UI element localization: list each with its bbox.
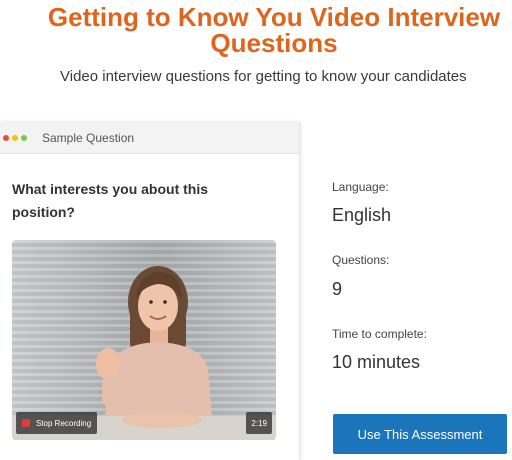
window-dot-green-icon (21, 134, 27, 141)
page-title: Getting to Know You Video Interview Ques… (47, 2, 501, 58)
video-preview[interactable]: Stop Recording 2:19 (12, 240, 276, 440)
video-duration: 2:19 (246, 412, 272, 434)
candidate-video-frame (12, 266, 276, 440)
language-value: English (332, 205, 392, 225)
window-dot-red-icon (3, 134, 9, 141)
record-stop-icon (22, 419, 30, 427)
card-header: Sample Question (0, 122, 299, 154)
window-dot-yellow-icon (12, 134, 18, 141)
page-subtitle: Video interview questions for getting to… (60, 68, 467, 85)
time-to-complete-label: Time to complete: (332, 327, 427, 341)
questions-value: 9 (332, 279, 343, 299)
questions-label: Questions: (332, 253, 390, 267)
stop-recording-button[interactable]: Stop Recording (16, 412, 98, 434)
time-to-complete-value: 10 minutes (332, 352, 421, 372)
sample-question-card: Sample Question What interests you about… (0, 122, 300, 460)
stop-recording-label: Stop Recording (36, 418, 92, 428)
card-header-label: Sample Question (42, 130, 135, 145)
use-this-assessment-button[interactable]: Use This Assessment (333, 414, 507, 454)
language-label: Language: (332, 180, 389, 194)
sample-question-text: What interests you about this position? (12, 181, 209, 220)
